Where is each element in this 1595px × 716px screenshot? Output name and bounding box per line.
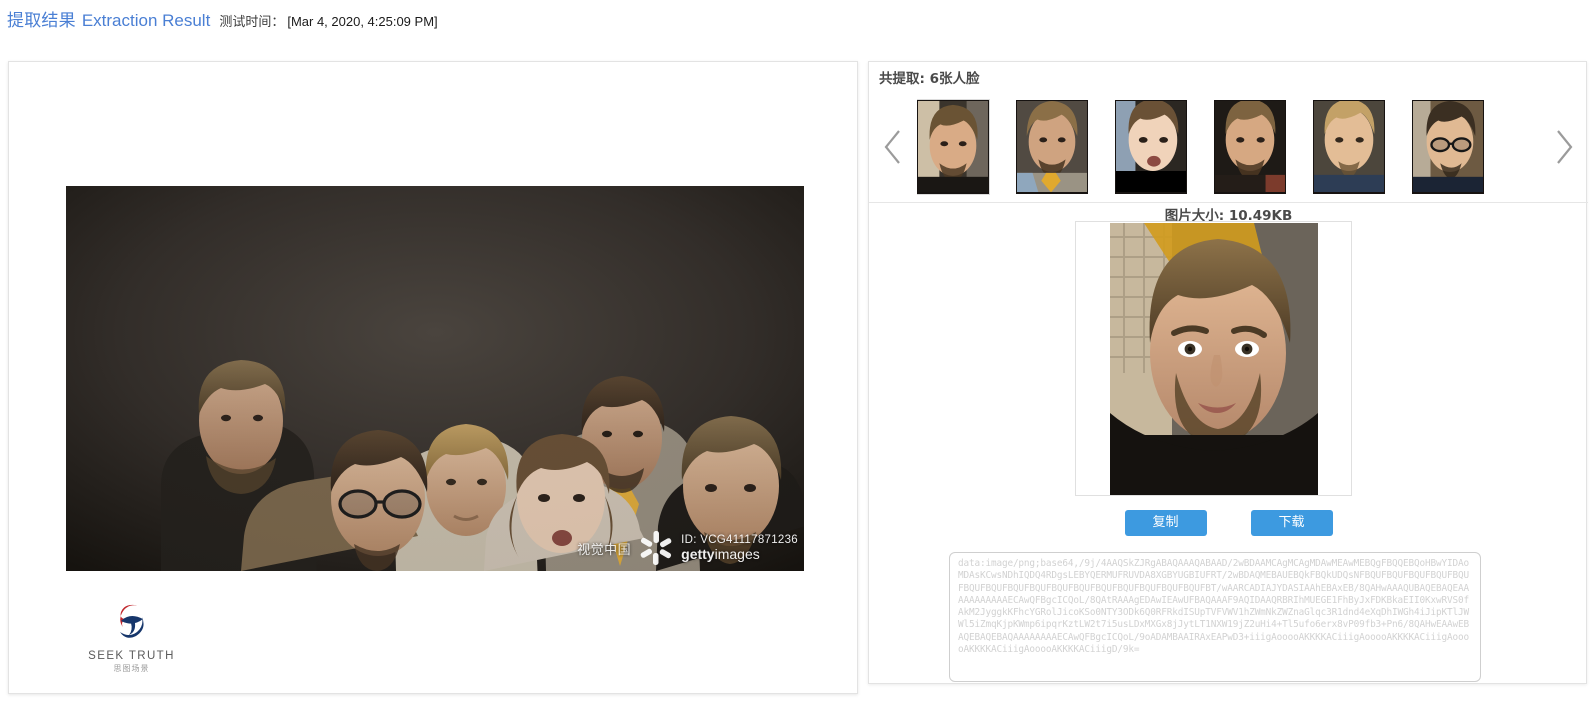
chevron-left-icon [882, 128, 904, 166]
test-time-label: 测试时间： [219, 14, 285, 29]
page-title-en: Extraction Result [81, 11, 211, 30]
app-root: 提取结果 Extraction Result 测试时间： [Mar 4, 202… [0, 0, 1595, 716]
download-button[interactable]: 下载 [1250, 510, 1333, 536]
thumbnail-face-3[interactable] [1115, 100, 1187, 194]
base64-textarea[interactable] [949, 552, 1481, 682]
page-header: 提取结果 Extraction Result 测试时间： [Mar 4, 202… [7, 6, 438, 34]
seek-truth-logo-icon [109, 599, 155, 645]
page-title-zh: 提取结果 [7, 11, 76, 30]
thumbnail-face-1[interactable] [917, 100, 989, 194]
test-time-value: [Mar 4, 2020, 4:25:09 PM] [287, 14, 438, 29]
source-image-panel: 视觉中国 ID: VCG41117871236 gettyimages SEEK… [8, 61, 858, 694]
seek-truth-logo: SEEK TRUTH 思图场景 [79, 599, 184, 674]
copy-button[interactable]: 复制 [1124, 510, 1207, 536]
getty-brand-text: gettyimages [681, 545, 798, 562]
chevron-right-icon [1553, 128, 1575, 166]
getty-brand-bold: getty [681, 545, 715, 562]
extraction-result-panel: 共提取: 6张人脸 图片大小: 10.49KB VCG41 复制 下载 data… [868, 61, 1588, 684]
getty-label-block: ID: VCG41117871236 gettyimages [681, 534, 798, 562]
getty-watermark: 视觉中国 ID: VCG41117871236 gettyimages [577, 531, 798, 565]
source-photo-canvas [66, 186, 804, 571]
getty-brand-light: images [714, 545, 760, 562]
action-buttons: 复制 下载 [869, 510, 1588, 536]
getty-burst-icon [639, 531, 673, 565]
thumbnail-face-5[interactable] [1313, 100, 1385, 194]
seek-truth-logo-subtext: 思图场景 [113, 664, 150, 673]
preview-watermark-text: VCG41 [1109, 425, 1114, 473]
carousel-prev-button[interactable] [869, 92, 917, 202]
carousel-divider [869, 202, 1588, 203]
thumbnail-face-2[interactable] [1016, 100, 1088, 194]
carousel-next-button[interactable] [1540, 92, 1588, 202]
thumbnail-carousel [869, 92, 1588, 202]
thumbnail-face-6[interactable] [1412, 100, 1484, 194]
seek-truth-logo-text: SEEK TRUTH [88, 650, 175, 662]
source-photo: 视觉中国 ID: VCG41117871236 gettyimages [66, 186, 804, 571]
face-preview-image: VCG41 [1109, 222, 1318, 495]
base64-output-wrapper [949, 552, 1481, 682]
thumbnail-face-4[interactable] [1214, 100, 1286, 194]
face-preview-box: VCG41 [1075, 221, 1352, 496]
watermark-cn-text: 视觉中国 [577, 542, 632, 558]
face-count-text: 共提取: 6张人脸 [879, 71, 980, 87]
thumbnail-track [917, 92, 1540, 202]
